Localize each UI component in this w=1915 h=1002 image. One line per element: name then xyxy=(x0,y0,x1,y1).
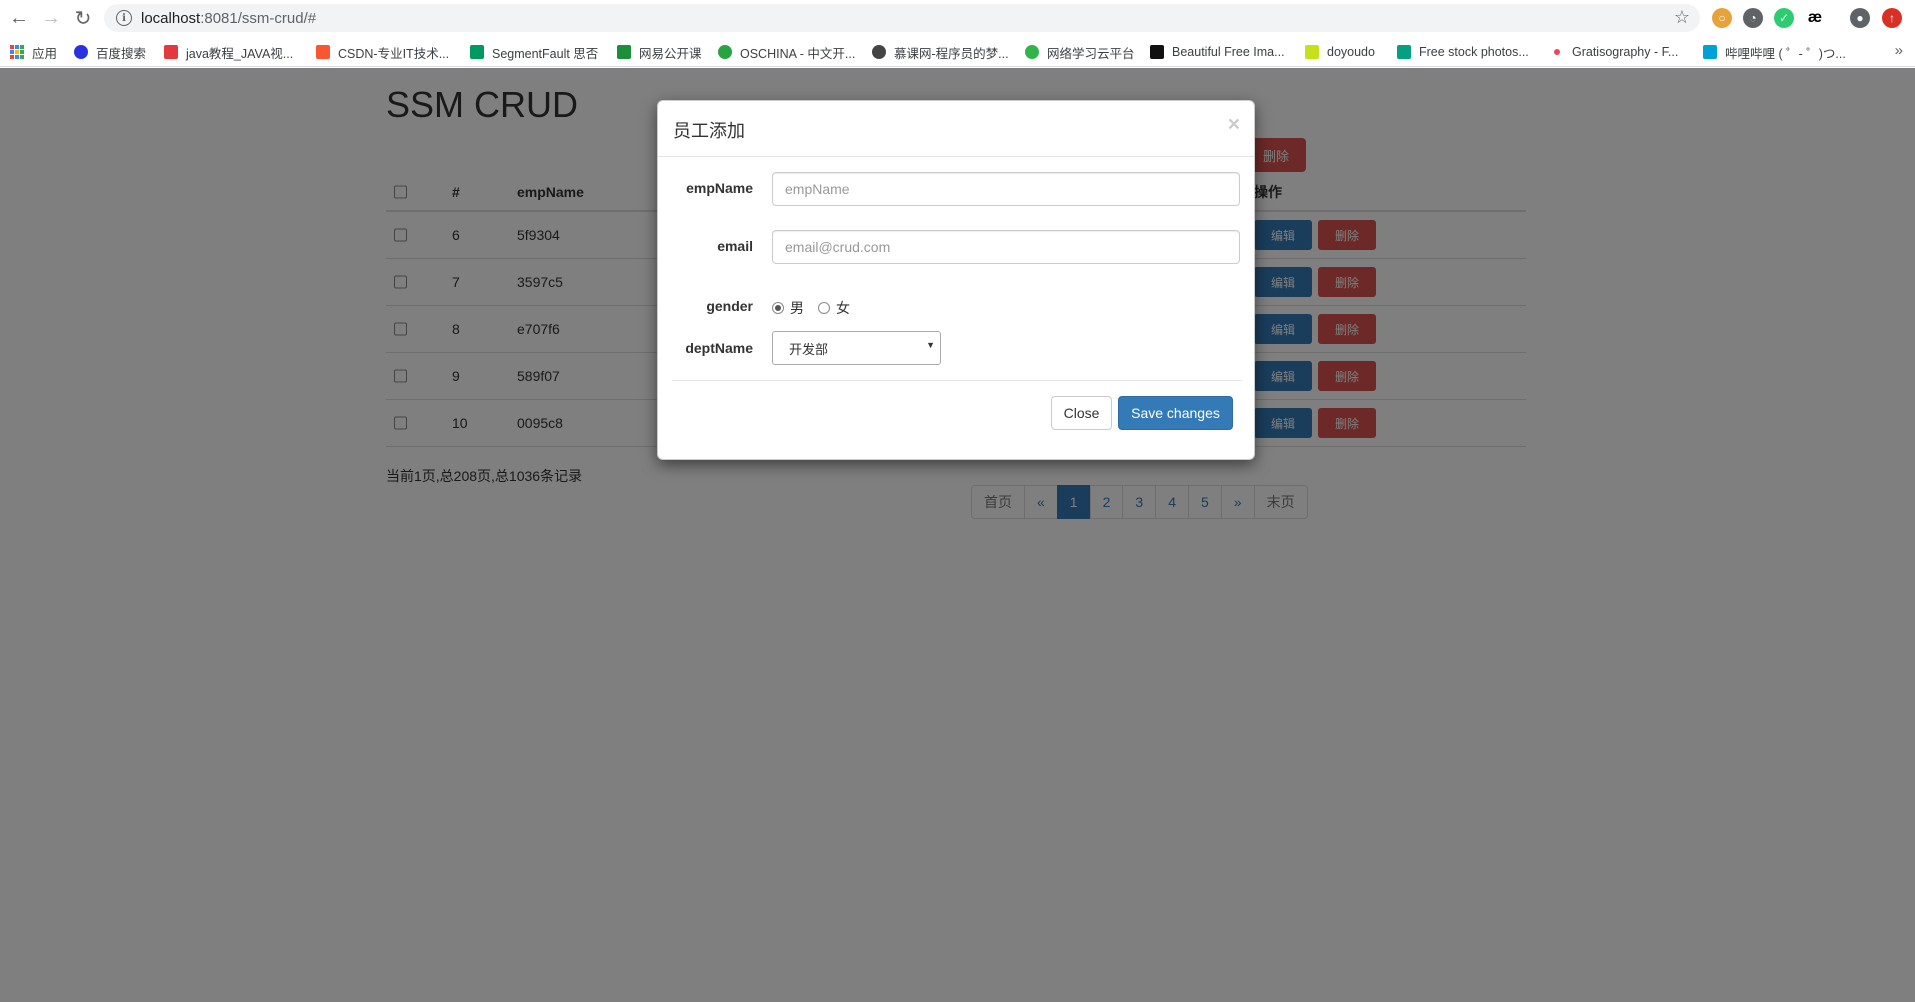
back-icon[interactable]: ← xyxy=(3,2,35,34)
bookmark-star-icon[interactable]: ☆ xyxy=(1674,7,1690,28)
bookmark-pexels[interactable]: Free stock photos... xyxy=(1397,43,1529,61)
dept-select[interactable]: 开发部 ▼ xyxy=(772,331,941,365)
email-input[interactable] xyxy=(772,230,1240,264)
gender-male-radio[interactable] xyxy=(772,302,784,314)
save-changes-button[interactable]: Save changes xyxy=(1118,396,1233,430)
bookmark-imooc[interactable]: 慕课网-程序员的梦... xyxy=(872,43,1009,61)
csdn-icon xyxy=(316,45,330,59)
update-icon[interactable]: ↑ xyxy=(1882,8,1902,28)
bookmark-study-cloud[interactable]: 网络学习云平台 xyxy=(1025,43,1135,61)
flame-icon xyxy=(164,45,178,59)
gender-radio-group: 男 女 xyxy=(772,298,864,318)
bookmarks-bar: 应用 百度搜索 java教程_JAVA视... CSDN-专业IT技术... S… xyxy=(0,36,1915,67)
bookmark-baidu[interactable]: 百度搜索 xyxy=(74,43,146,61)
oschina-icon xyxy=(718,45,732,59)
gender-label: gender xyxy=(706,298,753,314)
gender-male-label[interactable]: 男 xyxy=(790,298,804,318)
bookmark-gratisography[interactable]: Gratisography - F... xyxy=(1550,43,1678,61)
profile-icon[interactable]: ● xyxy=(1850,8,1870,28)
bookmark-csdn[interactable]: CSDN-专业IT技术... xyxy=(316,43,449,61)
address-bar[interactable]: i localhost:8081/ssm-crud/# ☆ xyxy=(104,4,1700,32)
bookmark-segmentfault[interactable]: SegmentFault 思否 xyxy=(470,43,598,61)
dot-icon xyxy=(1554,49,1560,55)
shield-extension-icon[interactable]: ✓ xyxy=(1774,8,1794,28)
browser-toolbar: ← → ↻ i localhost:8081/ssm-crud/# ☆ ○ ◔ … xyxy=(0,0,1915,36)
play-icon xyxy=(617,45,631,59)
baidu-icon xyxy=(74,45,88,59)
close-button[interactable]: Close xyxy=(1051,396,1112,430)
empname-label: empName xyxy=(686,180,753,196)
bookmark-apps[interactable]: 应用 xyxy=(10,43,57,61)
gender-female-label[interactable]: 女 xyxy=(836,298,850,318)
globe-icon xyxy=(872,45,886,59)
apps-icon xyxy=(10,45,24,59)
gender-female-radio[interactable] xyxy=(818,302,830,314)
cloud-icon xyxy=(1025,45,1039,59)
bookmark-unsplash[interactable]: Beautiful Free Ima... xyxy=(1150,43,1285,61)
modal-footer: Close Save changes xyxy=(672,380,1242,460)
close-icon[interactable]: × xyxy=(1228,113,1240,137)
deptname-label: deptName xyxy=(685,340,753,356)
bookmark-163[interactable]: 网易公开课 xyxy=(617,43,702,61)
pexels-icon xyxy=(1397,45,1411,59)
ae-extension-icon[interactable]: æ xyxy=(1805,8,1825,28)
bookmark-oschina[interactable]: OSCHINA - 中文开... xyxy=(718,43,855,61)
modal-title: 员工添加 xyxy=(673,121,745,141)
sf-icon xyxy=(470,45,484,59)
modal-header: 员工添加 × xyxy=(658,101,1254,157)
site-info-icon[interactable]: i xyxy=(116,10,132,26)
empname-input[interactable] xyxy=(772,172,1240,206)
doyoudo-icon xyxy=(1305,45,1319,59)
unsplash-icon xyxy=(1150,45,1164,59)
email-label: email xyxy=(717,238,753,254)
add-employee-modal: 员工添加 × empName email gender 男 女 deptName… xyxy=(657,100,1255,460)
bookmark-doyoudo[interactable]: doyoudo xyxy=(1305,43,1375,61)
bookmark-java[interactable]: java教程_JAVA视... xyxy=(164,43,293,61)
dropdown-arrow-icon: ▼ xyxy=(926,340,935,350)
forward-icon[interactable]: → xyxy=(35,2,67,34)
more-bookmarks-icon[interactable]: » xyxy=(1895,42,1903,59)
bookmark-bilibili[interactable]: 哔哩哔哩 ( ゜- ゜)つ... xyxy=(1703,43,1846,61)
dept-selected-value: 开发部 xyxy=(789,342,829,357)
url-text: localhost:8081/ssm-crud/# xyxy=(141,9,317,27)
bilibili-icon xyxy=(1703,45,1717,59)
extension-icon-1[interactable]: ○ xyxy=(1712,8,1732,28)
extension-icon-2[interactable]: ◔ xyxy=(1743,8,1763,28)
reload-icon[interactable]: ↻ xyxy=(67,2,99,34)
